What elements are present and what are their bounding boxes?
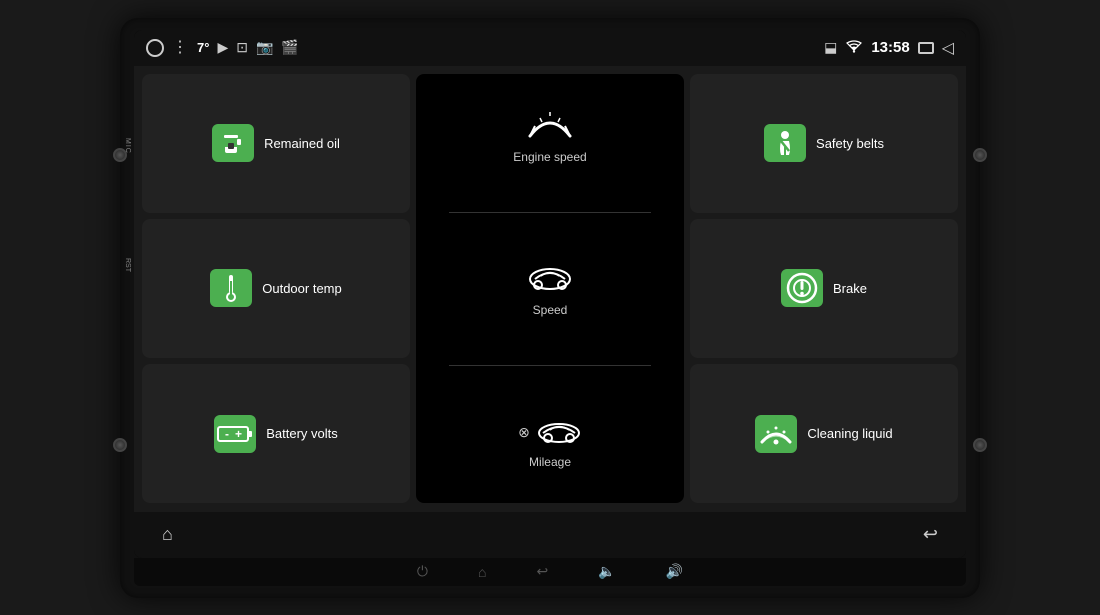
app-icons: ▶ ⊡ 📷 🎬 (217, 39, 298, 56)
engine-speed-item: Engine speed (513, 108, 586, 164)
device-frame: MIC RST ⋮ 7° ▶ ⊡ 📷 🎬 ⬓ (120, 18, 980, 598)
speedometer-icon (525, 108, 575, 146)
remained-oil-label: Remained oil (264, 136, 340, 151)
bottom-nav-bar: ⌂ ↩ (134, 512, 966, 558)
knob-bottom-left (113, 438, 127, 452)
home-button[interactable]: ⌂ (154, 520, 181, 549)
menu-dots-icon[interactable]: ⋮ (172, 40, 189, 56)
bluetooth-icon: ⬓ (824, 39, 837, 56)
wifi-icon (845, 39, 863, 56)
mileage-item: ⊗ Mileage (518, 414, 582, 469)
video-icon[interactable]: 🎬 (281, 39, 298, 56)
center-display-tile: Engine speed (416, 74, 684, 504)
brake-icon (781, 269, 823, 307)
physical-button-bar: ⏻ ⌂ ↩ 🔈 🔊 (134, 558, 966, 586)
speed-item: Speed (527, 261, 573, 317)
cleaning-liquid-label: Cleaning liquid (807, 426, 892, 441)
safety-belts-label: Safety belts (816, 136, 884, 151)
car-front-icon (527, 261, 573, 299)
svg-text:+: + (235, 427, 242, 441)
safety-belts-tile[interactable]: Safety belts (690, 74, 958, 213)
status-right-area: ⬓ 13:58 ◁ (824, 38, 954, 58)
speed-label: Speed (533, 303, 568, 317)
seatbelt-icon (764, 124, 806, 162)
brake-label: Brake (833, 281, 867, 296)
svg-text:-: - (225, 427, 229, 441)
divider-1 (449, 212, 651, 213)
cleaning-liquid-tile[interactable]: Cleaning liquid (690, 364, 958, 503)
warning-icon: ⊗ (518, 424, 530, 441)
knob-bottom-right (973, 438, 987, 452)
back-button[interactable]: ↩ (915, 520, 946, 549)
vol-down-button[interactable]: 🔈 (598, 563, 615, 580)
main-screen: ⋮ 7° ▶ ⊡ 📷 🎬 ⬓ 13:58 (134, 30, 966, 558)
temperature-display: 7° (197, 40, 209, 55)
youtube-icon[interactable]: ▶ (217, 39, 228, 56)
thermometer-icon (210, 269, 252, 307)
outdoor-temp-label: Outdoor temp (262, 281, 342, 296)
back-nav-icon[interactable]: ◁ (942, 38, 954, 58)
brake-tile[interactable]: Brake (690, 219, 958, 358)
battery-icon: - + (214, 415, 256, 453)
engine-speed-label: Engine speed (513, 150, 586, 164)
vol-up-button[interactable]: 🔊 (666, 563, 683, 580)
mileage-label: Mileage (529, 455, 571, 469)
camera-icon[interactable]: 📷 (256, 39, 273, 56)
home-physical-button[interactable]: ⌂ (478, 564, 486, 580)
back-physical-button[interactable]: ↩ (536, 563, 548, 580)
battery-volts-label: Battery volts (266, 426, 338, 441)
windshield-washer-icon (755, 415, 797, 453)
fuel-icon (212, 124, 254, 162)
outdoor-temp-tile[interactable]: Outdoor temp (142, 219, 410, 358)
power-button[interactable]: ⏻ (417, 563, 428, 580)
battery-volts-tile[interactable]: - + Battery volts (142, 364, 410, 503)
clock-display: 13:58 (871, 39, 909, 56)
status-bar: ⋮ 7° ▶ ⊡ 📷 🎬 ⬓ 13:58 (134, 30, 966, 66)
knob-top-right (973, 148, 987, 162)
rst-label: RST (124, 258, 131, 272)
knob-top-left (113, 148, 127, 162)
remained-oil-tile[interactable]: Remained oil (142, 74, 410, 213)
gallery-icon[interactable]: ⊡ (236, 39, 248, 56)
car-side-icon (536, 414, 582, 451)
recent-apps-icon[interactable] (918, 42, 934, 54)
android-home-icon[interactable] (146, 39, 164, 57)
divider-2 (449, 365, 651, 366)
dashboard-grid: Remained oil (134, 66, 966, 512)
